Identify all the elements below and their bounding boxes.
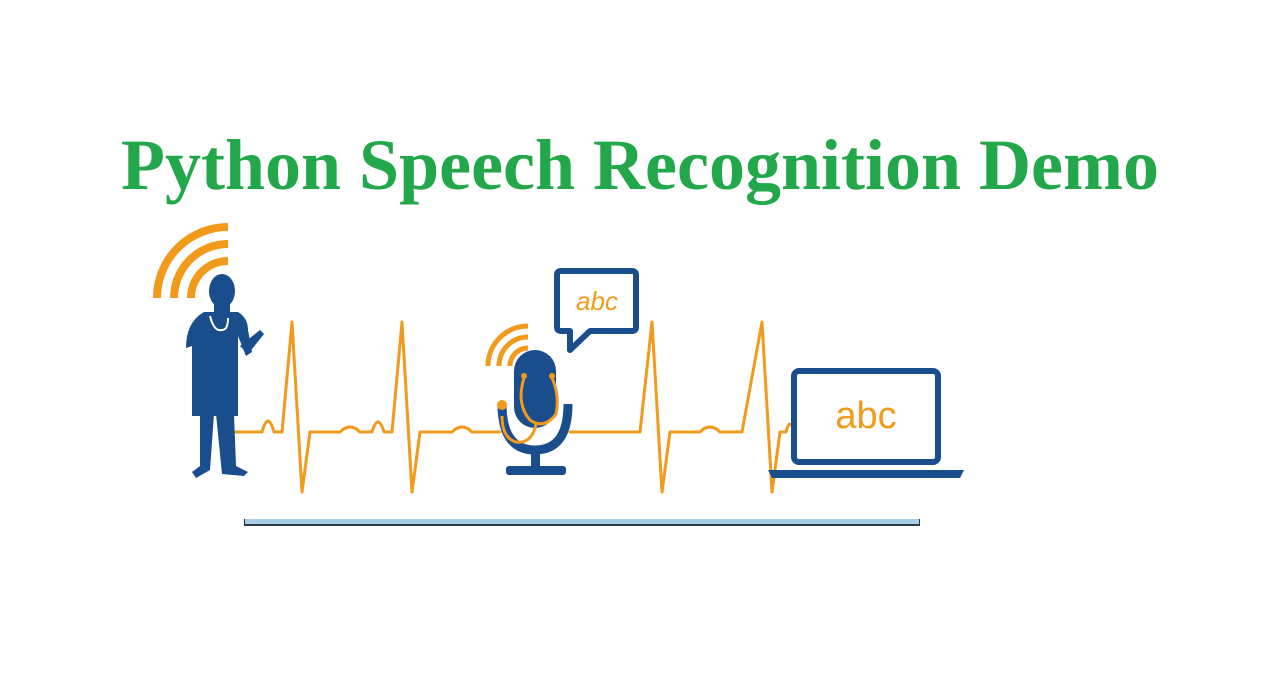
laptop-screen-text: abc <box>835 395 896 437</box>
laptop-icon: abc <box>768 368 964 478</box>
progress-bar-fill <box>245 519 919 524</box>
speech-recognition-illustration: abc abc <box>153 223 964 494</box>
speech-bubble-icon: abc <box>554 268 639 353</box>
bubble-text: abc <box>576 286 618 316</box>
progress-bar <box>244 519 920 526</box>
microphone-icon <box>497 350 573 475</box>
doctor-icon <box>186 274 264 478</box>
